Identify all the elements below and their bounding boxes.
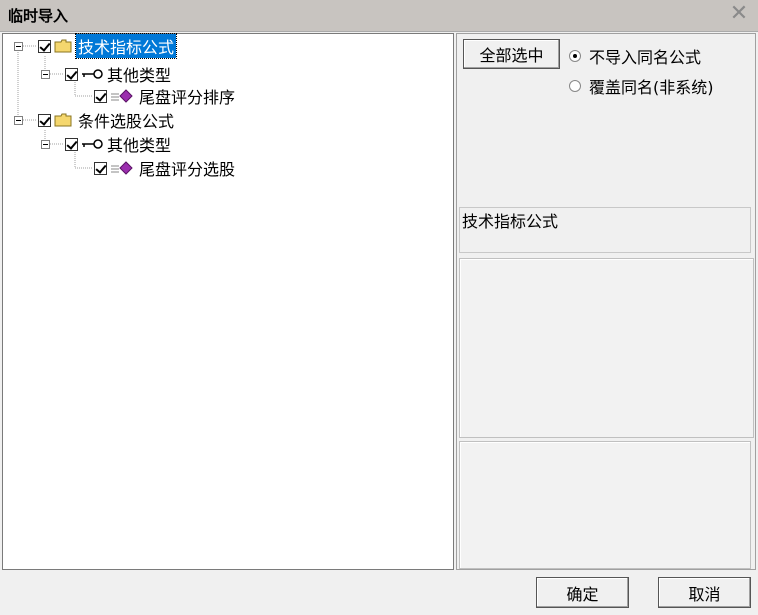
key-icon [82,69,103,79]
formula-gem-icon [111,161,133,175]
checkbox[interactable] [38,113,51,127]
checkbox[interactable] [65,137,78,151]
checkbox[interactable] [65,67,78,81]
tree-node-tail-score-sort[interactable]: 尾盘评分排序 [94,85,237,107]
radio-button[interactable] [569,50,581,62]
options-pane: 全部选中 不导入同名公式 覆盖同名(非系统) 技术指标公式 [456,33,756,570]
select-all-button[interactable]: 全部选中 [463,39,560,69]
checkbox[interactable] [38,39,51,53]
collapse-toggle-other-type-2[interactable] [41,140,50,149]
tree-node-label: 尾盘评分排序 [139,88,236,107]
collapse-toggle-other-type-1[interactable] [41,70,50,79]
formula-description-panel[interactable] [459,258,754,438]
key-icon [82,139,103,149]
tree-node-label: 其他类型 [107,66,172,85]
formula-name-text: 技术指标公式 [462,212,559,231]
close-icon[interactable]: ✕ [728,3,750,26]
tree-node-other-type-2[interactable]: 其他类型 [65,133,173,155]
tree-node-technical-formulas[interactable]: 技术指标公式 [38,33,178,59]
cancel-button[interactable]: 取消 [658,577,751,608]
tree-node-screening-formulas[interactable]: 条件选股公式 [38,109,176,131]
window-title: 临时导入 [8,7,69,25]
tree-node-label: 尾盘评分选股 [139,160,236,179]
radio-label: 覆盖同名(非系统) [589,78,714,97]
tree-node-tail-score-screen[interactable]: 尾盘评分选股 [94,157,237,179]
radio-button[interactable] [569,80,581,92]
checkbox[interactable] [94,161,107,175]
formula-info-panel[interactable] [459,441,751,569]
radio-label: 不导入同名公式 [589,48,702,67]
tree-node-label: 条件选股公式 [78,112,175,131]
tree-node-label: 其他类型 [107,136,172,155]
ok-button[interactable]: 确定 [536,577,629,608]
radio-skip-same-name[interactable]: 不导入同名公式 [569,44,701,68]
checkbox[interactable] [94,89,107,103]
tree-node-other-type-1[interactable]: 其他类型 [65,63,173,85]
formula-tree[interactable]: 技术指标公式 其他类型 尾盘评分排序 条件选股公式 其他类型 尾盘评分选股 [2,33,454,570]
folder-icon [54,39,72,53]
title-bar[interactable]: 临时导入 ✕ [0,0,758,32]
folder-icon [54,113,72,127]
import-dialog: 临时导入 ✕ 技术指标公式 其他类型 尾盘评分排序 条件选股公式 其他类型 尾盘… [0,0,758,615]
collapse-toggle-screening[interactable] [14,116,23,125]
tree-node-label: 技术指标公式 [74,33,178,59]
formula-gem-icon [111,89,133,103]
radio-overwrite-same-name[interactable]: 覆盖同名(非系统) [569,74,714,98]
collapse-toggle-technical[interactable] [14,42,23,51]
formula-name-display: 技术指标公式 [459,207,751,253]
